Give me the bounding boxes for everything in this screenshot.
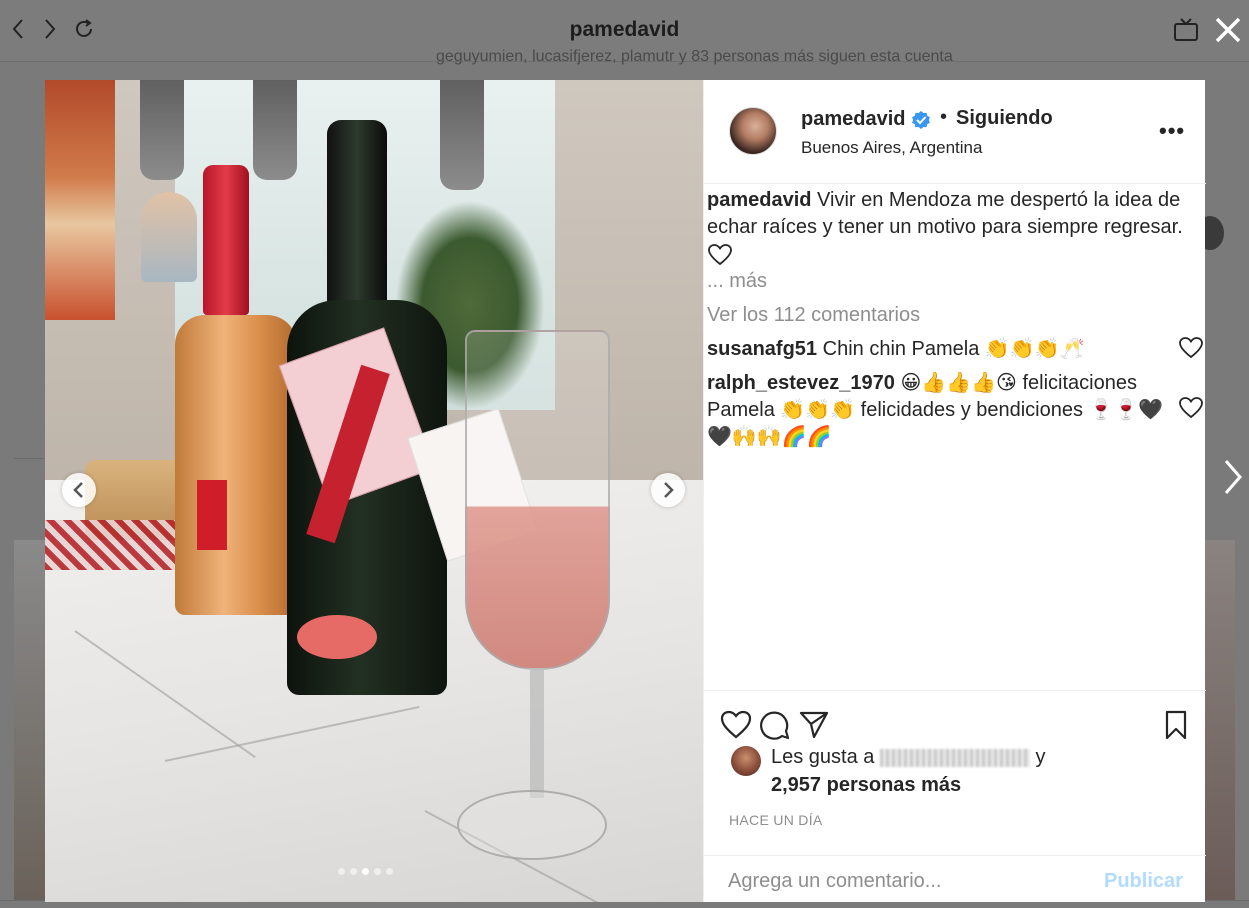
comment-like-icon[interactable] xyxy=(1178,396,1204,420)
tv-button[interactable] xyxy=(1172,16,1200,44)
post-panel: pamedavid • Siguiendo Buenos Aires, Arge… xyxy=(703,80,1206,902)
likes-count[interactable]: 2,957 personas más xyxy=(771,774,961,797)
post-username[interactable]: pamedavid xyxy=(801,108,905,131)
photo-cloth xyxy=(45,520,185,570)
following-button[interactable]: Siguiendo xyxy=(956,107,1053,130)
close-icon xyxy=(1215,17,1241,43)
next-post-button[interactable] xyxy=(1218,455,1248,499)
chevron-left-icon xyxy=(73,482,83,498)
post-location[interactable]: Buenos Aires, Argentina xyxy=(801,138,982,158)
post-caption: pamedavid Vivir en Mendoza me despertó l… xyxy=(707,187,1199,268)
comment-username[interactable]: ralph_estevez_1970 xyxy=(707,372,895,394)
avatar[interactable] xyxy=(729,107,777,155)
carousel-dots xyxy=(338,868,393,875)
more-options-icon[interactable]: ••• xyxy=(1159,118,1185,144)
comment-item: susanafg51 Chin chin Pamela 👏👏👏🥂 xyxy=(707,336,1167,363)
window-title: pamedavid xyxy=(569,18,680,41)
carousel-next-button[interactable] xyxy=(651,473,685,507)
share-icon[interactable] xyxy=(798,709,830,741)
carousel-dot xyxy=(350,868,357,875)
more-link[interactable]: ... más xyxy=(707,268,767,295)
post-modal: pamedavid • Siguiendo Buenos Aires, Arge… xyxy=(45,80,1206,902)
add-comment-bar: Publicar xyxy=(704,855,1206,902)
background-thumbnail xyxy=(1205,540,1235,900)
comment-text: Chin chin Pamela 👏👏👏🥂 xyxy=(822,338,1085,360)
wine-glass-foot xyxy=(457,790,607,860)
likes-summary: Les gusta a y xyxy=(771,746,1046,769)
separator-dot: • xyxy=(940,106,948,128)
likes-prefix: Les gusta a xyxy=(771,746,875,768)
divider xyxy=(14,458,44,459)
verified-badge-icon xyxy=(912,111,930,129)
post-photo[interactable] xyxy=(45,80,703,902)
comment-input[interactable] xyxy=(728,866,1088,896)
bookmark-icon[interactable] xyxy=(1160,709,1192,741)
comment-icon[interactable] xyxy=(759,709,791,741)
likes-suffix: y xyxy=(1035,746,1046,768)
tv-icon xyxy=(1174,18,1198,41)
like-icon[interactable] xyxy=(720,709,752,741)
post-header: pamedavid • Siguiendo Buenos Aires, Arge… xyxy=(704,80,1206,184)
background-thumbnail xyxy=(14,540,46,900)
caption-username[interactable]: pamedavid xyxy=(707,189,811,211)
rose-bottle xyxy=(175,165,297,620)
comment-item: ralph_estevez_1970 😀👍👍👍😘 felicitaciones … xyxy=(707,370,1167,451)
wine-glass xyxy=(465,330,610,670)
heart-icon xyxy=(708,243,732,265)
redacted-username xyxy=(879,748,1030,767)
wine-glass-stem xyxy=(530,668,544,798)
view-comments-link[interactable]: Ver los 112 comentarios xyxy=(707,302,920,329)
liker-avatar[interactable] xyxy=(731,746,761,776)
action-bar xyxy=(704,690,1206,855)
comment-username[interactable]: susanafg51 xyxy=(707,338,817,360)
carousel-dot xyxy=(338,868,345,875)
comments-section: pamedavid Vivir en Mendoza me despertó l… xyxy=(704,184,1206,690)
carousel-prev-button[interactable] xyxy=(62,473,96,507)
chevron-right-icon xyxy=(1224,460,1242,494)
comment-like-icon[interactable] xyxy=(1178,336,1204,360)
carousel-dot xyxy=(374,868,381,875)
photo-poster xyxy=(45,80,115,320)
close-button[interactable] xyxy=(1212,14,1244,46)
carousel-dot xyxy=(386,868,393,875)
post-timestamp[interactable]: HACE UN DÍA xyxy=(729,812,823,828)
publish-button[interactable]: Publicar xyxy=(1104,870,1183,893)
carousel-dot xyxy=(362,868,369,875)
chevron-right-icon xyxy=(664,482,674,498)
followers-text: geguyumien, lucasifjerez, plamutr y 83 p… xyxy=(436,48,953,65)
